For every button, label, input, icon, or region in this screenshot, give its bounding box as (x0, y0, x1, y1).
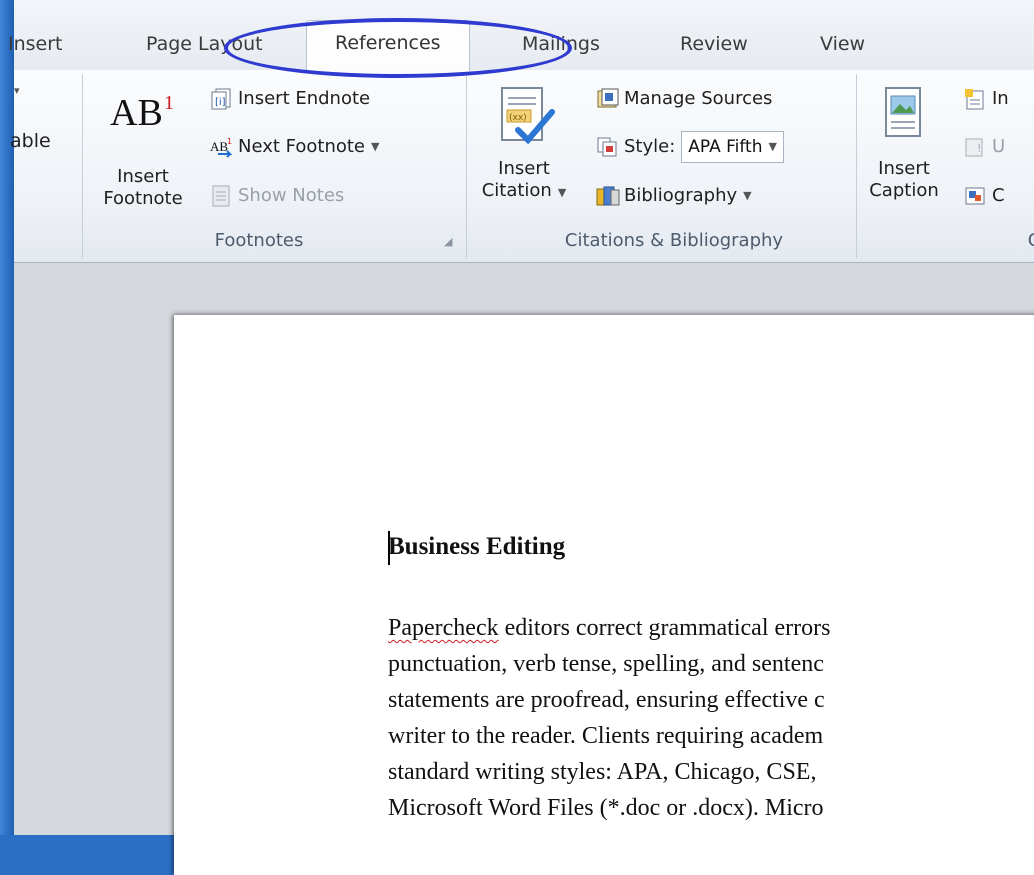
chevron-down-icon: ▼ (557, 186, 567, 199)
next-footnote-label: Next Footnote (238, 136, 366, 157)
document-line: punctuation, verb tense, spelling, and s… (388, 651, 824, 678)
footnote-ab-icon: AB 1 (110, 92, 174, 134)
insert-caption-button[interactable]: Insert Caption (862, 78, 946, 202)
show-notes-button[interactable]: Show Notes (210, 181, 344, 211)
show-notes-icon (210, 185, 232, 207)
document-heading: Business Editing (388, 533, 566, 560)
svg-text:[i]: [i] (215, 97, 226, 108)
line-text: statements are proofread, ensuring effec… (388, 687, 825, 713)
update-table-label: U (992, 136, 1006, 157)
endnote-icon: [i] (210, 88, 232, 110)
next-footnote-icon: AB 1 (210, 136, 233, 158)
line-text: writer to the reader. Clients requiring … (388, 723, 824, 749)
insert-footnote-label-1: Insert (117, 166, 169, 187)
style-icon (596, 136, 618, 158)
insert-caption-label-2: Caption (869, 180, 939, 201)
manage-sources-icon (596, 88, 619, 110)
group-separator (856, 74, 857, 258)
desktop-edge (0, 0, 14, 835)
cross-reference-icon (964, 185, 986, 207)
tab-review[interactable]: Review (680, 28, 748, 60)
document-line: statements are proofread, ensuring effec… (388, 687, 825, 714)
style-selector[interactable]: Style: APA Fifth ▼ (596, 131, 784, 163)
insert-footnote-label-2: Footnote (103, 188, 183, 209)
update-table-button[interactable]: ! U (964, 132, 1005, 162)
document-area: Business Editing Papercheck editors corr… (14, 263, 1034, 875)
manage-sources-label: Manage Sources (624, 88, 773, 109)
tab-view[interactable]: View (820, 28, 865, 60)
manage-sources-button[interactable]: Manage Sources (596, 84, 772, 114)
chevron-down-icon: ▼ (743, 189, 752, 202)
ribbon-tab-row: Insert Page Layout References Mailings R… (8, 0, 1034, 71)
bibliography-label: Bibliography (624, 185, 738, 206)
insert-table-of-figures-button[interactable]: In (964, 84, 1009, 114)
group-separator (466, 74, 467, 258)
svg-text:AB: AB (210, 139, 228, 154)
style-dropdown[interactable]: APA Fifth ▼ (681, 131, 784, 163)
svg-text:!: ! (977, 142, 981, 155)
insert-endnote-label: Insert Endnote (238, 88, 371, 109)
insert-caption-label-1: Insert (878, 158, 930, 179)
style-label: Style: (624, 136, 676, 157)
insert-citation-button[interactable]: (xx) Insert Citation ▼ (472, 78, 576, 204)
bibliography-button[interactable]: Bibliography ▼ (596, 181, 752, 211)
insert-citation-label-1: Insert (498, 158, 550, 179)
line-text: standard writing styles: APA, Chicago, C… (388, 759, 817, 785)
dropdown-arrow-icon: ▾ (14, 84, 20, 97)
ribbon-panel: ▾ able AB 1 Insert Footnote [i] Insert E… (10, 70, 1034, 263)
chevron-down-icon: ▼ (768, 140, 777, 153)
document-page[interactable]: Business Editing Papercheck editors corr… (174, 315, 1034, 875)
document-line: standard writing styles: APA, Chicago, C… (388, 759, 816, 786)
dialog-launcher-icon[interactable]: ◢ (444, 236, 456, 248)
document-line: writer to the reader. Clients requiring … (388, 723, 823, 750)
update-table-icon: ! (964, 136, 986, 158)
citations-group-label: Citations & Bibliography (564, 230, 784, 251)
svg-text:1: 1 (227, 137, 232, 146)
show-notes-label: Show Notes (238, 185, 345, 206)
tab-insert[interactable]: Insert (8, 28, 63, 60)
table-of-figures-label: In (992, 88, 1009, 109)
insert-endnote-button[interactable]: [i] Insert Endnote (210, 84, 370, 114)
word-window: Insert Page Layout References Mailings R… (8, 0, 1034, 875)
spelling-error-word: Papercheck (388, 615, 499, 641)
document-line: Microsoft Word Files (*.doc or .docx). M… (388, 795, 824, 822)
partial-table-label[interactable]: able (10, 130, 51, 152)
svg-text:(xx): (xx) (509, 113, 527, 123)
next-footnote-button[interactable]: AB 1 Next Footnote ▼ (210, 132, 379, 162)
line-text: punctuation, verb tense, spelling, and s… (388, 651, 824, 677)
chevron-down-icon: ▼ (371, 140, 380, 153)
cross-reference-label: C (992, 185, 1005, 206)
insert-caption-icon (862, 78, 946, 158)
insert-citation-label-2: Citation ▼ (481, 180, 567, 201)
style-value: APA Fifth (688, 137, 763, 157)
bibliography-icon (596, 185, 620, 207)
line-text: Microsoft Word Files (*.doc or .docx). M… (388, 795, 824, 821)
tab-references[interactable]: References (306, 20, 470, 71)
insert-footnote-button[interactable]: AB 1 Insert Footnote (88, 78, 198, 210)
group-separator (82, 74, 83, 258)
footnotes-group-label: Footnotes (214, 230, 304, 251)
cross-reference-button[interactable]: C (964, 181, 1005, 211)
document-line: Papercheck editors correct grammatical e… (388, 615, 830, 642)
tab-page-layout[interactable]: Page Layout (146, 28, 263, 60)
tab-mailings[interactable]: Mailings (522, 28, 600, 60)
table-of-figures-icon (964, 88, 986, 110)
line-text: editors correct grammatical errors (498, 615, 831, 641)
insert-citation-icon: (xx) (472, 78, 576, 158)
captions-group-label: C (1027, 230, 1034, 251)
